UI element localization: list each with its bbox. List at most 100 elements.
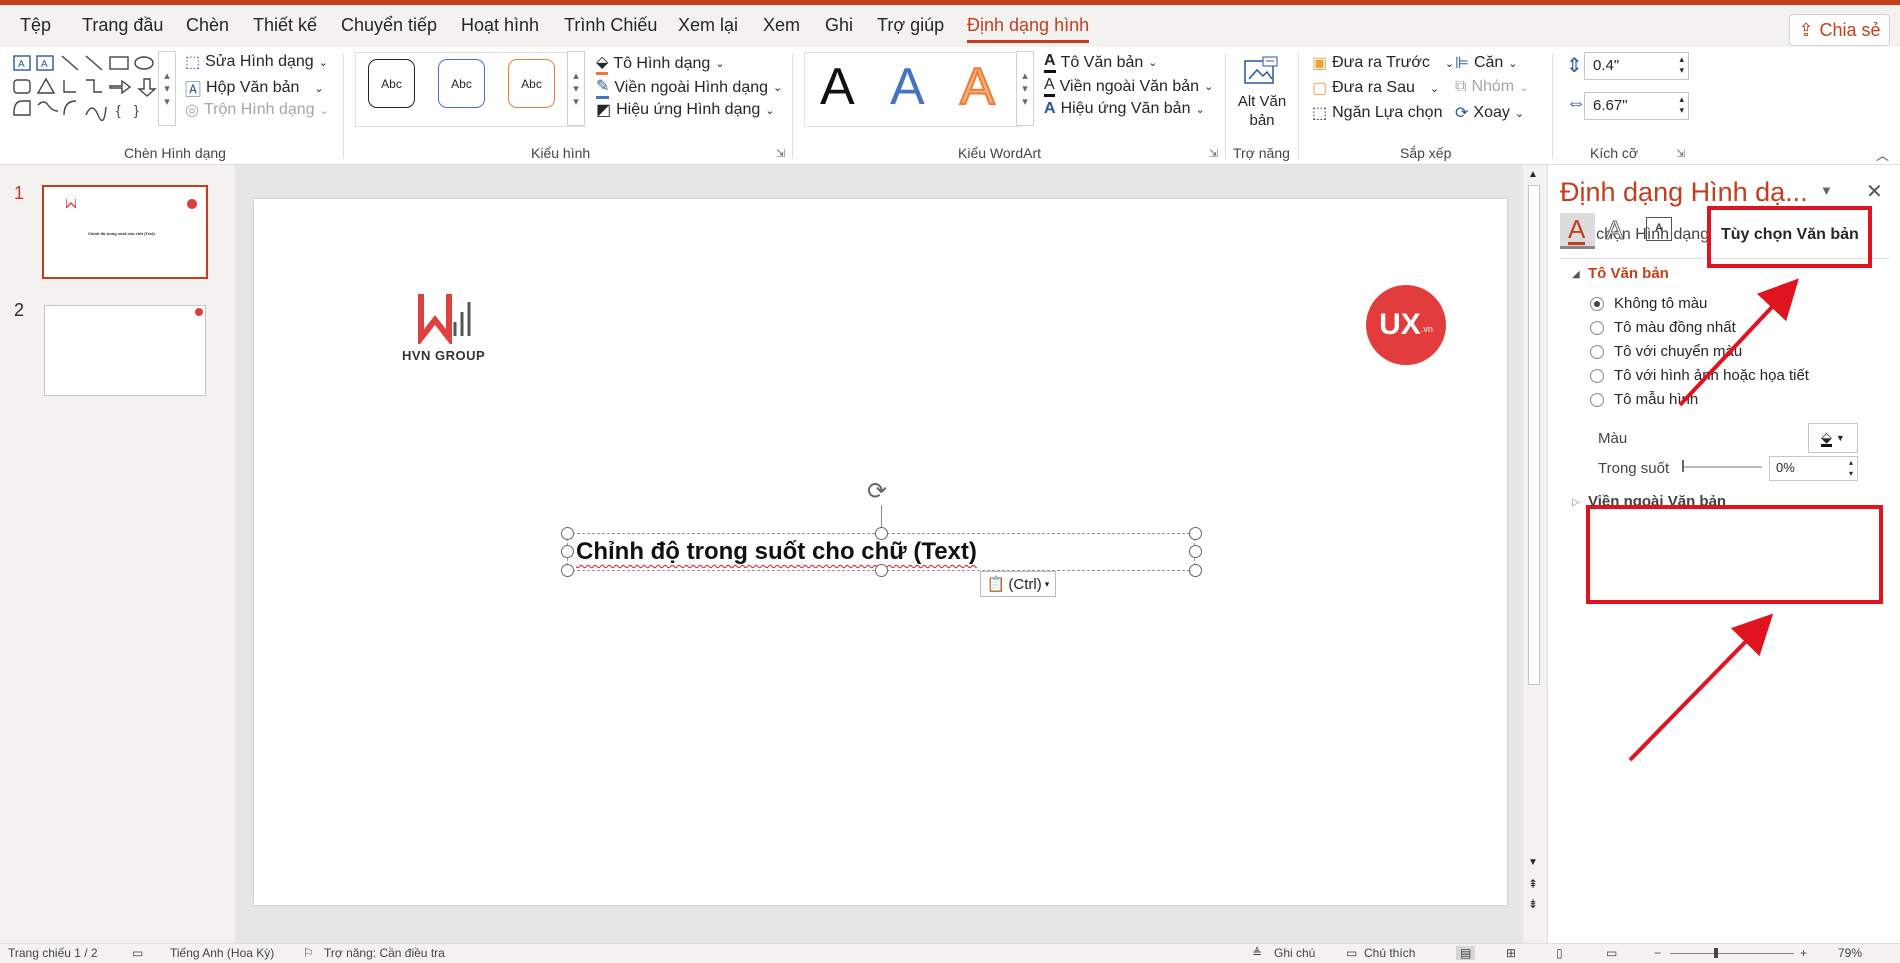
slide-editor[interactable]: HVN GROUP UX .vn ⟳ Chỉnh độ trong suốt c… <box>254 199 1507 905</box>
status-accessibility[interactable]: Trợ năng: Cần điều tra <box>324 946 445 960</box>
transparency-slider[interactable] <box>1682 460 1762 472</box>
radio-pattern-fill[interactable]: Tô mẫu hình <box>1590 391 1698 408</box>
alt-text-button[interactable]: Alt Văn bản <box>1232 55 1292 140</box>
slide-text[interactable]: Chỉnh độ trong suốt cho chữ (Text) <box>576 538 977 566</box>
shape-style-black[interactable]: Abc <box>368 59 415 108</box>
slideshow-view-icon[interactable]: ▭ <box>1606 946 1617 960</box>
expand-triangle-icon[interactable]: ▷ <box>1572 497 1580 508</box>
comments-button[interactable]: Chú thích <box>1364 946 1415 960</box>
text-effects-button[interactable]: A Hiệu ứng Văn bản ⌄ <box>1044 100 1205 118</box>
tab-help[interactable]: Trợ giúp <box>877 15 944 36</box>
radio-no-fill[interactable]: Không tô màu <box>1590 295 1707 312</box>
tab-home[interactable]: Trang đầu <box>82 15 163 36</box>
radio-button[interactable] <box>1590 296 1604 311</box>
shape-style-orange[interactable]: Abc <box>508 59 555 108</box>
previous-slide-icon[interactable]: ⇞ <box>1528 877 1538 891</box>
resize-handle[interactable] <box>1189 527 1202 540</box>
shape-style-blue[interactable]: Abc <box>438 59 485 108</box>
dialog-launcher-icon[interactable]: ⇲ <box>776 147 785 160</box>
wordart-scroll[interactable]: ▴ ▾ ▾ <box>1016 51 1034 126</box>
zoom-in-icon[interactable]: + <box>1800 946 1807 960</box>
status-language[interactable]: Tiếng Anh (Hoa Kỳ) <box>170 946 274 960</box>
slide-vertical-scrollbar[interactable]: ▲ ▼ ⇞ ⇟ <box>1523 165 1545 943</box>
shape-styles-scroll[interactable]: ▴ ▾ ▾ <box>567 51 585 126</box>
spin-icon[interactable]: ▴ ▾ <box>1679 94 1684 116</box>
radio-picture-fill[interactable]: Tô với hình ảnh hoặc họa tiết <box>1590 367 1809 384</box>
resize-handle[interactable] <box>561 527 574 540</box>
pane-options-chevron-icon[interactable]: ▼ <box>1820 183 1833 198</box>
section-text-fill[interactable]: Tô Văn bản <box>1588 265 1669 282</box>
tab-design[interactable]: Thiết kế <box>253 15 317 36</box>
resize-handle[interactable] <box>561 545 574 558</box>
collapse-ribbon-icon[interactable]: ︿ <box>1876 145 1889 164</box>
spin-icon[interactable]: ▴ ▾ <box>1679 54 1684 76</box>
edit-shape-button[interactable]: ⬚ Sửa Hình dạng ⌄ <box>185 52 328 72</box>
resize-handle[interactable] <box>1189 564 1202 577</box>
resize-handle[interactable] <box>561 564 574 577</box>
spin-icon[interactable]: ▴ ▾ <box>1849 457 1853 479</box>
send-backward-button[interactable]: ▢ Đưa ra Sau ⌄ <box>1312 78 1439 98</box>
bring-forward-button[interactable]: ▣ Đưa ra Trước ⌄ <box>1312 53 1454 73</box>
slide-thumbnail-2[interactable] <box>44 305 206 396</box>
wordart-style-orange[interactable]: A <box>959 57 996 117</box>
tab-file[interactable]: Tệp <box>20 15 51 36</box>
normal-view-icon[interactable]: ▤ <box>1456 946 1476 960</box>
transparency-slider-thumb[interactable] <box>1682 460 1684 472</box>
shape-fill-button[interactable]: ⬙ Tô Hình dạng ⌄ <box>596 52 724 75</box>
scroll-thumb[interactable] <box>1528 185 1540 685</box>
tab-slideshow[interactable]: Trình Chiếu <box>564 15 657 36</box>
shape-width-input[interactable]: 6.67" ▴ ▾ <box>1584 92 1689 120</box>
shape-outline-button[interactable]: ✎ Viền ngoài Hình dạng ⌄ <box>596 76 782 99</box>
merge-shapes-button[interactable]: ◎ Trộn Hình dạng ⌄ <box>185 100 329 120</box>
radio-button[interactable] <box>1590 344 1604 359</box>
text-outline-button[interactable]: A Viền ngoài Văn bản ⌄ <box>1044 76 1213 97</box>
share-button[interactable]: ⇪ Chia sẻ <box>1789 14 1890 46</box>
tab-shape-format[interactable]: Định dạng hình <box>967 15 1090 43</box>
paste-options-button[interactable]: 📋 (Ctrl) ▾ <box>980 571 1056 597</box>
resize-handle[interactable] <box>875 564 888 577</box>
wordart-style-black[interactable]: A <box>820 57 855 117</box>
dialog-launcher-icon[interactable]: ⇲ <box>1676 147 1685 160</box>
radio-button[interactable] <box>1590 320 1604 335</box>
align-button[interactable]: ⊫ Căn ⌄ <box>1455 53 1518 73</box>
dialog-launcher-icon[interactable]: ⇲ <box>1209 147 1218 160</box>
transparency-input[interactable]: 0% ▴ ▾ <box>1769 456 1858 481</box>
tab-transitions[interactable]: Chuyển tiếp <box>341 15 437 36</box>
shapes-gallery[interactable]: A A {} <box>12 53 170 125</box>
zoom-slider-thumb[interactable] <box>1714 948 1718 958</box>
slide-sorter-icon[interactable]: ⊞ <box>1506 946 1516 960</box>
group-button[interactable]: ⧉ Nhóm ⌄ <box>1455 78 1528 96</box>
slide-thumbnail-1[interactable]: Chỉnh độ trong suốt cho chữ (Text) <box>42 185 208 279</box>
scroll-up-icon[interactable]: ▲ <box>1528 169 1538 180</box>
zoom-slider[interactable] <box>1670 948 1794 958</box>
text-box-button[interactable]: 🄰 Hộp Văn bản ⌄ <box>185 76 324 100</box>
shape-height-input[interactable]: 0.4" ▴ ▾ <box>1584 52 1689 80</box>
text-box-layout-icon[interactable]: A <box>1646 217 1672 241</box>
radio-gradient-fill[interactable]: Tô với chuyển màu <box>1590 343 1742 360</box>
close-icon[interactable]: ✕ <box>1866 179 1883 204</box>
tab-record[interactable]: Ghi <box>825 15 853 36</box>
tab-insert[interactable]: Chèn <box>186 15 229 36</box>
radio-button[interactable] <box>1590 368 1604 383</box>
tab-view[interactable]: Xem <box>763 15 800 36</box>
resize-handle[interactable] <box>1189 545 1202 558</box>
reading-view-icon[interactable]: ▯ <box>1556 946 1563 960</box>
rotate-button[interactable]: ⟳ Xoay ⌄ <box>1455 103 1524 123</box>
selection-pane-button[interactable]: ⬚ Ngăn Lựa chọn <box>1312 103 1442 123</box>
zoom-out-icon[interactable]: − <box>1654 946 1661 960</box>
notes-button[interactable]: Ghi chú <box>1274 946 1315 960</box>
zoom-level[interactable]: 79% <box>1838 946 1862 960</box>
scroll-down-icon[interactable]: ▼ <box>1528 857 1538 868</box>
collapse-triangle-icon[interactable]: ◢ <box>1572 269 1580 280</box>
shape-effects-button[interactable]: ◩ Hiệu ứng Hình dạng ⌄ <box>596 100 774 120</box>
tab-animations[interactable]: Hoạt hình <box>461 15 539 36</box>
wordart-style-blue[interactable]: A <box>890 57 925 117</box>
color-picker-button[interactable]: ⬙ ▼ <box>1808 423 1858 453</box>
text-fill-outline-tab[interactable]: A <box>1560 213 1595 249</box>
tab-review[interactable]: Xem lại <box>678 15 738 36</box>
shapes-gallery-scroll[interactable]: ▴ ▾ ▾ <box>158 51 176 126</box>
spellcheck-icon[interactable]: ▭ <box>132 946 143 960</box>
text-effects-icon[interactable]: A <box>1605 215 1623 246</box>
next-slide-icon[interactable]: ⇟ <box>1528 897 1538 911</box>
radio-solid-fill[interactable]: Tô màu đồng nhất <box>1590 319 1736 336</box>
